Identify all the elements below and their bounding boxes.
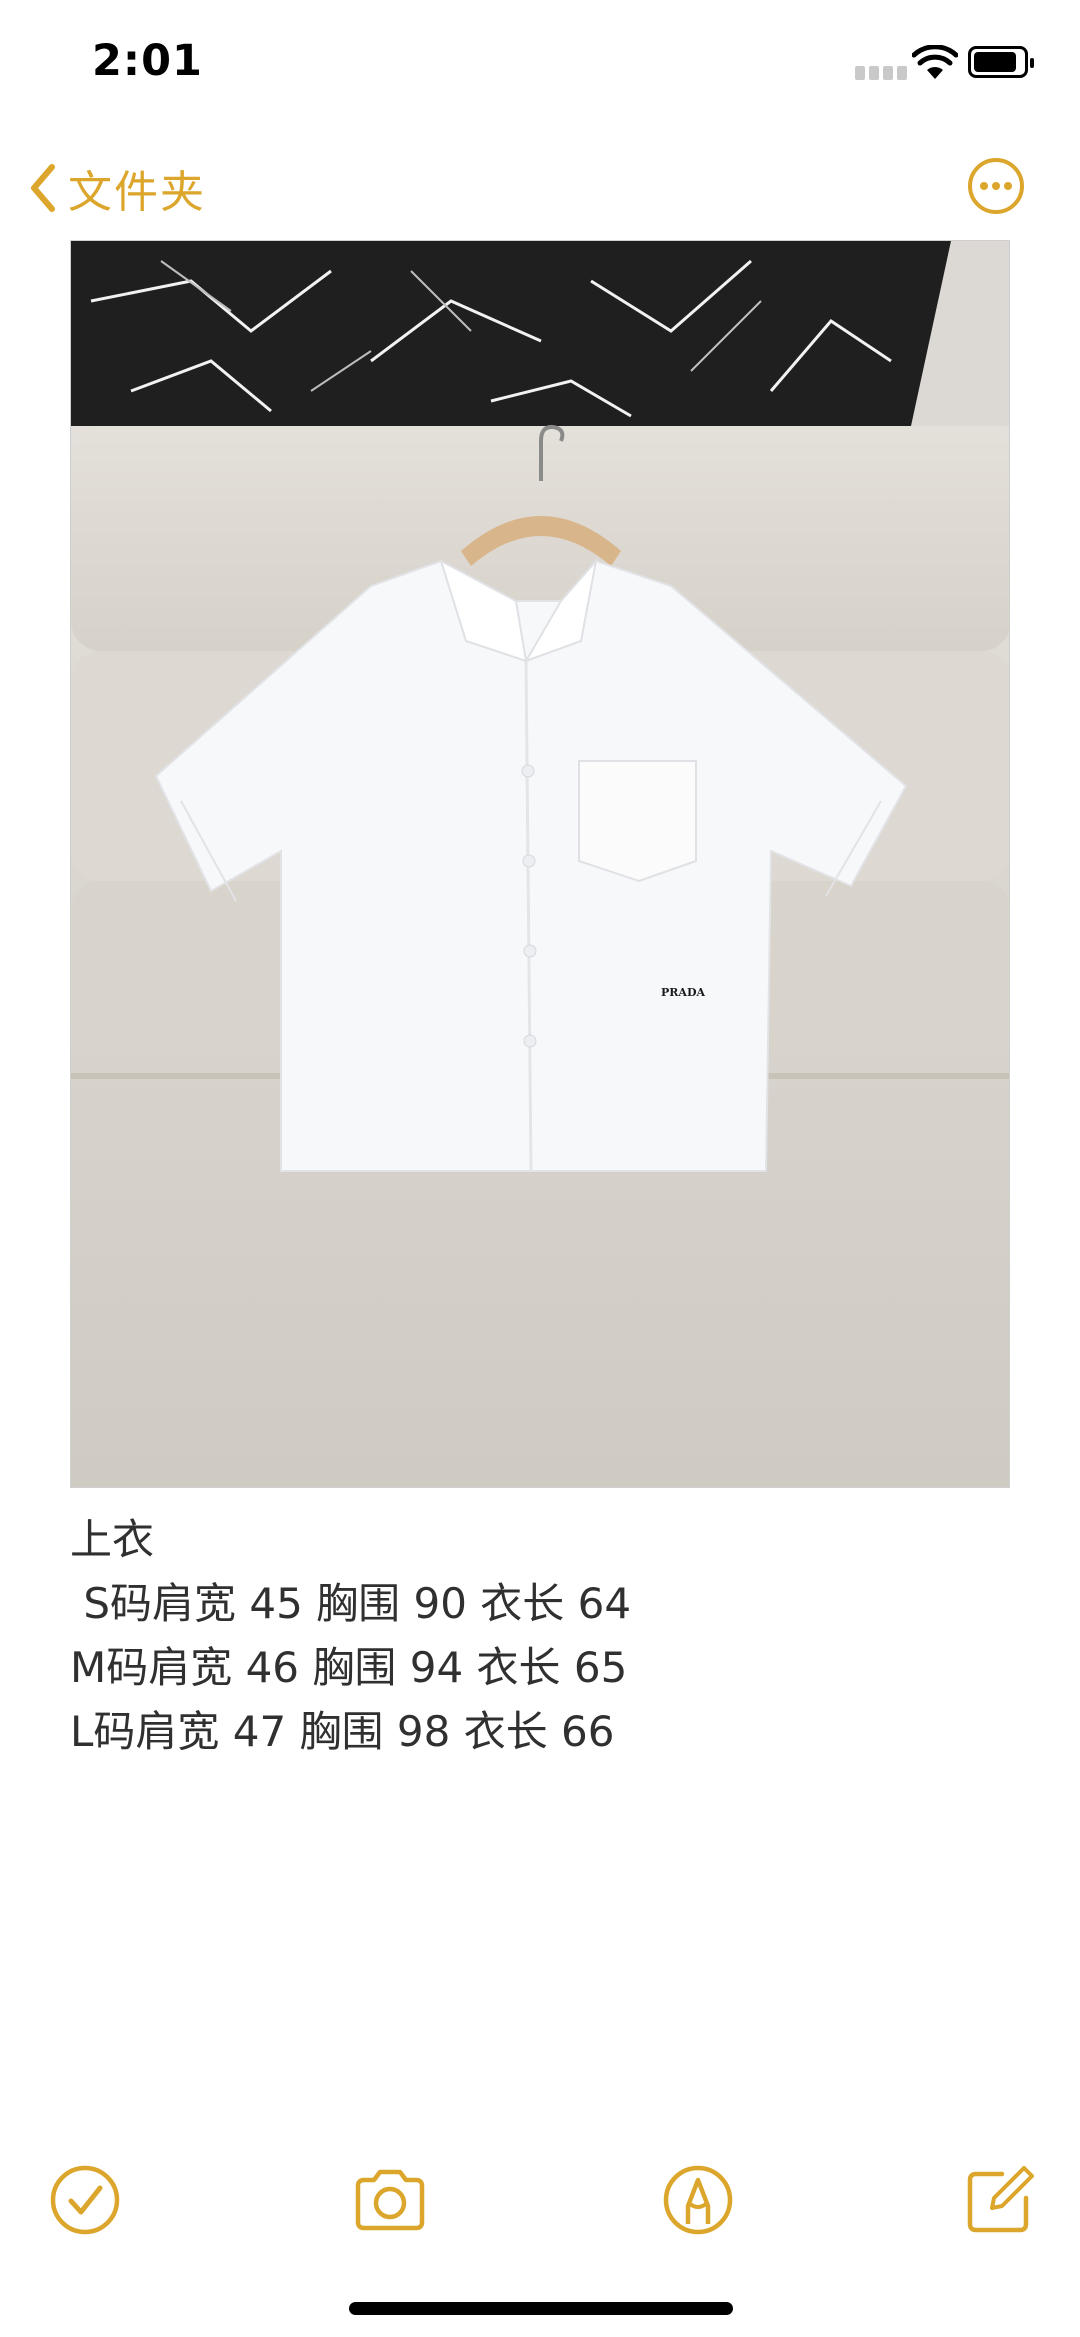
compose-icon[interactable]: [962, 2162, 1038, 2238]
note-line-title: 上衣: [70, 1515, 155, 1564]
status-bar: 2:01: [0, 0, 1080, 130]
home-indicator[interactable]: [349, 2302, 733, 2315]
markup-icon[interactable]: [660, 2162, 736, 2238]
chevron-left-icon: [31, 164, 55, 212]
note-line-size-m: M码肩宽 46 胸围 94 衣长 65: [70, 1643, 628, 1692]
cellular-signal-icon: [855, 66, 907, 80]
camera-icon[interactable]: [352, 2162, 428, 2238]
more-options-icon[interactable]: [966, 156, 1026, 216]
checklist-icon[interactable]: [47, 2162, 123, 2238]
wifi-icon: [912, 45, 958, 79]
shirt-photo: PRADA: [71, 241, 1009, 1487]
navigation-bar: 文件夹: [0, 130, 1080, 240]
note-line-size-s: S码肩宽 45 胸围 90 衣长 64: [70, 1579, 632, 1628]
note-line-size-l: L码肩宽 47 胸围 98 衣长 66: [70, 1707, 615, 1756]
status-time: 2:01: [92, 36, 203, 86]
note-photo-attachment[interactable]: PRADA: [70, 240, 1010, 1488]
back-button[interactable]: 文件夹: [28, 158, 206, 218]
back-button-label: 文件夹: [68, 167, 206, 218]
shirt-logo-text: PRADA: [661, 986, 705, 999]
note-body[interactable]: 上衣 S码肩宽 45 胸围 90 衣长 64 M码肩宽 46 胸围 94 衣长 …: [70, 1508, 1010, 1764]
battery-icon: [968, 46, 1034, 78]
bottom-toolbar: [0, 2150, 1080, 2250]
